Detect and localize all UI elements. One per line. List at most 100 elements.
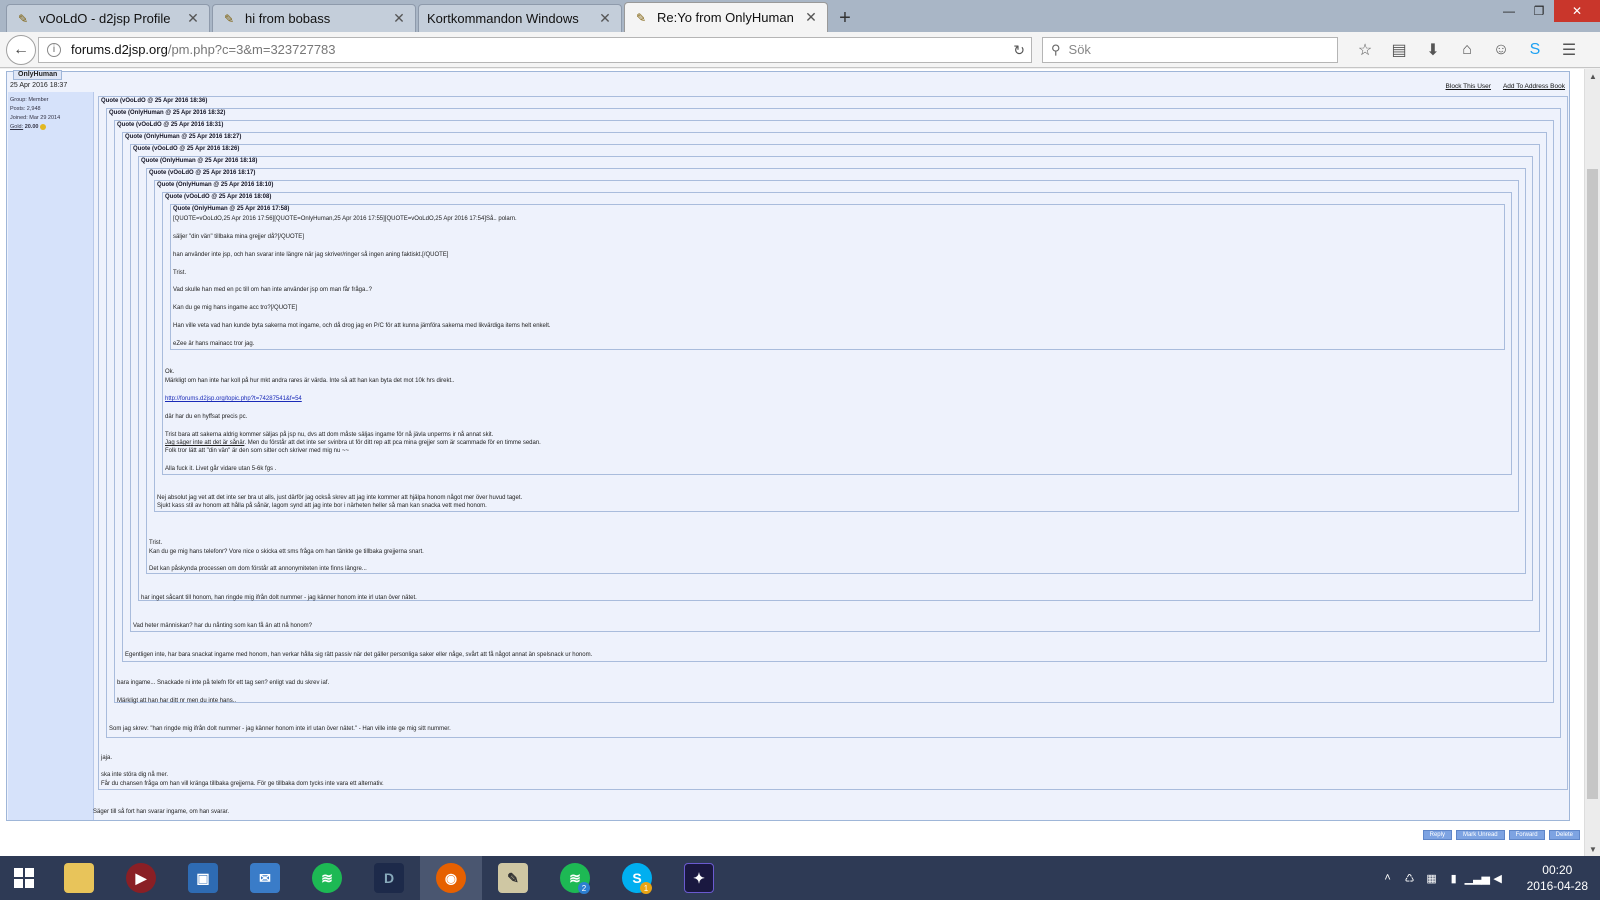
page-scrollbar[interactable]: ▲ ▼ [1584, 69, 1600, 856]
quote-header: Quote (vOoLdO @ 25 Apr 2016 18:08) [165, 194, 272, 200]
scroll-up-icon[interactable]: ▲ [1585, 69, 1600, 83]
quote-header: Quote (vOoLdO @ 25 Apr 2016 18:17) [149, 170, 256, 176]
d2jsp-favicon-icon: ✎ [17, 11, 29, 26]
url-path: /pm.php?c=3&m=323727783 [167, 42, 336, 57]
taskbar-skype[interactable]: S1 [606, 856, 668, 900]
tab-kortkommandon[interactable]: Kortkommandon Windows ✕ [418, 4, 622, 32]
gold-value: 20.00 [24, 124, 39, 130]
skype-icon[interactable]: S [1518, 35, 1552, 65]
window-icon[interactable]: ▦ [1421, 872, 1443, 885]
download-icon[interactable]: ⬇ [1416, 35, 1450, 65]
taskbar-diablo[interactable]: D [358, 856, 420, 900]
tab-close-icon[interactable]: ✕ [391, 10, 407, 27]
quote-text: säljer "din vän" tillbaka mina grejjer d… [173, 234, 304, 240]
tab-close-icon[interactable]: ✕ [597, 10, 613, 27]
signal-icon[interactable]: ▁▃▅ [1465, 872, 1490, 885]
quote-header: Quote (vOoLdO @ 25 Apr 2016 18:26) [133, 146, 240, 152]
page-viewport: OnlyHuman 25 Apr 2016 18:37 Block This U… [0, 69, 1584, 856]
battery-icon[interactable]: ▮ [1443, 872, 1465, 885]
pc-topic-link[interactable]: http://forums.d2jsp.org/topic.php?t=7428… [165, 396, 302, 402]
scroll-down-icon[interactable]: ▼ [1585, 842, 1600, 856]
message-body: Säger till så fort han svarar ingame, om… [93, 809, 230, 815]
minimize-icon[interactable]: — [1494, 0, 1524, 22]
taskbar-media-player[interactable]: ▶ [110, 856, 172, 900]
delete-button[interactable]: Delete [1548, 830, 1580, 840]
quote-text: Kan du ge mig hans ingame acc tro?[/QUOT… [173, 305, 298, 311]
add-address-book-link[interactable]: Add To Address Book [1503, 83, 1565, 90]
start-button[interactable] [0, 856, 48, 900]
quote-header: Quote (vOoLdO @ 25 Apr 2016 18:36) [101, 98, 208, 104]
taskbar-firefox[interactable]: ◉ [420, 856, 482, 900]
underlined-text: Jag säger inte att det är sånär [165, 440, 245, 446]
diablo-icon: D [374, 863, 404, 893]
quote-text: Kan du ge mig hans telefonr? Vore nice o… [149, 549, 424, 555]
quote-text: Jag säger inte att det är sånär. Men du … [165, 440, 541, 446]
reload-icon[interactable]: ↻ [1013, 42, 1025, 59]
taskbar-paint[interactable]: ✎ [482, 856, 544, 900]
new-tab-button[interactable]: + [830, 4, 860, 32]
taskbar-messenger[interactable]: ✉ [234, 856, 296, 900]
bookmark-star-icon[interactable]: ☆ [1348, 35, 1382, 65]
block-user-link[interactable]: Block This User [1446, 83, 1491, 90]
quote-text: Ok. [165, 369, 175, 375]
maximize-icon[interactable]: ❐ [1524, 0, 1554, 22]
scrollbar-thumb[interactable] [1587, 169, 1598, 799]
tab-re-yo[interactable]: ✎ Re:Yo from OnlyHuman ✕ [624, 2, 828, 32]
forward-button[interactable]: Forward [1508, 830, 1545, 840]
user-gold: Gold: 20.00 [10, 123, 91, 132]
post-date: 25 Apr 2016 18:37 [10, 82, 68, 89]
user-info-sidebar: Group: Member Posts: 2,948 Joined: Mar 2… [8, 92, 94, 820]
quote-text: [QUOTE=vOoLdO,25 Apr 2016 17:56][QUOTE=O… [173, 216, 517, 222]
search-input[interactable]: ⚲ Sök [1042, 36, 1338, 63]
taskbar-game[interactable]: ✦ [668, 856, 730, 900]
tab-strip: ✎ vOoLdO - d2jsp Profile ✕ ✎ hi from bob… [0, 0, 1600, 32]
quote-text: bara ingame... Snackade ni inte på telef… [117, 680, 330, 686]
author-name[interactable]: OnlyHuman [13, 70, 63, 80]
user-posts: Posts: 2,948 [10, 106, 41, 112]
quote-text: Det kan påskynda processen om dom förstå… [149, 566, 367, 572]
quote-text: Nej absolut jag vet att det inte ser bra… [157, 495, 523, 501]
quote-text-rest: . Men du förstår att det inte ser svinbr… [244, 440, 541, 446]
taskbar-remote-desktop[interactable]: ▣ [172, 856, 234, 900]
home-icon[interactable]: ⌂ [1450, 35, 1484, 65]
mark-unread-button[interactable]: Mark Unread [1455, 830, 1505, 840]
quote-header: Quote (OnlyHuman @ 25 Apr 2016 18:18) [141, 158, 258, 164]
quote-text: Vad heter människan? har du nånting som … [133, 623, 313, 629]
clock[interactable]: 00:20 2016-04-28 [1527, 862, 1588, 894]
taskbar-spotify-2[interactable]: ≋ 2 [544, 856, 606, 900]
search-icon: ⚲ [1051, 41, 1061, 57]
close-window-icon[interactable]: ✕ [1554, 0, 1600, 22]
private-message: OnlyHuman 25 Apr 2016 18:37 Block This U… [6, 70, 1570, 821]
tab-profile[interactable]: ✎ vOoLdO - d2jsp Profile ✕ [6, 4, 210, 32]
chat-icon[interactable]: ☺ [1484, 35, 1518, 65]
d2jsp-favicon-icon: ✎ [635, 10, 647, 25]
reply-button[interactable]: Reply [1422, 830, 1452, 840]
reading-list-icon[interactable]: ▤ [1382, 35, 1416, 65]
recycle-icon[interactable]: ♺ [1399, 872, 1421, 885]
url-bar[interactable]: i forums.d2jsp.org/pm.php?c=3&m=32372778… [38, 36, 1032, 63]
quote-text: Han ville veta vad han kunde byta sakern… [173, 323, 551, 329]
tab-close-icon[interactable]: ✕ [803, 9, 819, 26]
quote-text: Alla fuck it. Livet går vidare utan 5-6k… [165, 466, 277, 472]
tab-title: vOoLdO - d2jsp Profile [39, 11, 171, 26]
tab-close-icon[interactable]: ✕ [185, 10, 201, 27]
clock-time: 00:20 [1542, 863, 1573, 877]
menu-icon[interactable]: ☰ [1552, 35, 1586, 65]
info-icon[interactable]: i [47, 42, 61, 57]
back-button[interactable]: ← [6, 34, 36, 65]
media-player-icon: ▶ [126, 863, 156, 893]
taskbar-file-explorer[interactable] [48, 856, 110, 900]
volume-icon[interactable]: ◀ [1487, 872, 1509, 885]
nav-toolbar: ← i forums.d2jsp.org/pm.php?c=3&m=323727… [0, 32, 1600, 68]
spotify-icon: ≋ [312, 863, 342, 893]
tab-hi-from-bobass[interactable]: ✎ hi from bobass ✕ [212, 4, 416, 32]
quote-text: Sjukt kass stil av honom att hålla på så… [157, 503, 487, 509]
tab-title: Re:Yo from OnlyHuman [657, 10, 794, 25]
windows-logo-icon [14, 868, 34, 888]
show-hidden-icons-icon[interactable]: ˄ [1377, 872, 1399, 884]
quote-text: Som jag skrev: "han ringde mig ifrån dol… [109, 726, 451, 732]
gold-label[interactable]: Gold: [10, 124, 23, 130]
skype-badge: 1 [640, 882, 652, 894]
taskbar-spotify[interactable]: ≋ [296, 856, 358, 900]
gold-coin-icon [39, 123, 46, 130]
